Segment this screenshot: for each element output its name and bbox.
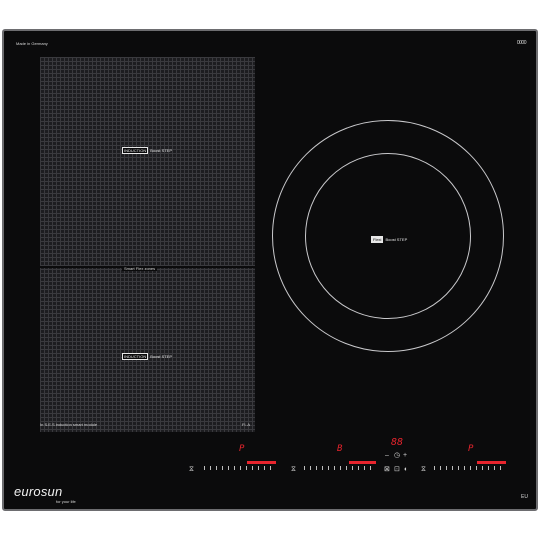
brand-tagline: for your life	[56, 499, 76, 504]
lock-icon[interactable]: ⊠	[384, 466, 390, 473]
right-zone-display: P	[468, 444, 474, 454]
timer-display: 88	[391, 437, 404, 448]
divider-label: Smart Flex zones	[122, 266, 158, 271]
timer-minus-button[interactable]: –	[385, 452, 389, 459]
flex-bottom-badge: INDUCTION Boost STEP	[122, 353, 173, 360]
made-in-label: Made in Germany	[16, 41, 48, 46]
right-slider-ticks	[434, 466, 506, 470]
flex-corner-mark: Fl. A	[242, 422, 251, 427]
flex-zone-icon-middle[interactable]: ⧖	[291, 466, 296, 473]
flex-zone-icon[interactable]: ⧖	[189, 466, 194, 473]
left-slider-fill	[247, 461, 276, 464]
module-note: In S.E.S induction smart module	[40, 422, 98, 427]
round-zone-badge: Flexi Boost STEP	[371, 236, 408, 243]
brand-logo: eurosun	[14, 484, 63, 499]
middle-power-slider[interactable]	[304, 461, 376, 470]
right-slider-fill	[477, 461, 506, 464]
middle-slider-fill	[349, 461, 376, 464]
timer-icon: ◷	[394, 452, 401, 459]
model-code: EU	[521, 494, 528, 500]
left-power-slider[interactable]	[204, 461, 276, 470]
middle-zone-display: B	[337, 444, 343, 454]
power-icon[interactable]: ◐	[404, 466, 408, 473]
flex-cooking-zone[interactable]: INDUCTION Boost STEP Smart Flex zones IN…	[40, 57, 255, 432]
induction-hob: Made in Germany 0000 INDUCTION Boost STE…	[2, 29, 538, 511]
corner-logo: 0000	[516, 40, 527, 46]
flex-top-badge: INDUCTION Boost STEP	[122, 147, 173, 154]
pause-icon[interactable]: ⊡	[394, 466, 400, 473]
timer-plus-button[interactable]: +	[403, 452, 407, 459]
middle-slider-ticks	[304, 466, 376, 470]
flex-zone-icon-right[interactable]: ⧖	[421, 466, 426, 473]
left-zone-display: P	[239, 444, 245, 454]
left-slider-ticks	[204, 466, 276, 470]
right-power-slider[interactable]	[434, 461, 506, 470]
